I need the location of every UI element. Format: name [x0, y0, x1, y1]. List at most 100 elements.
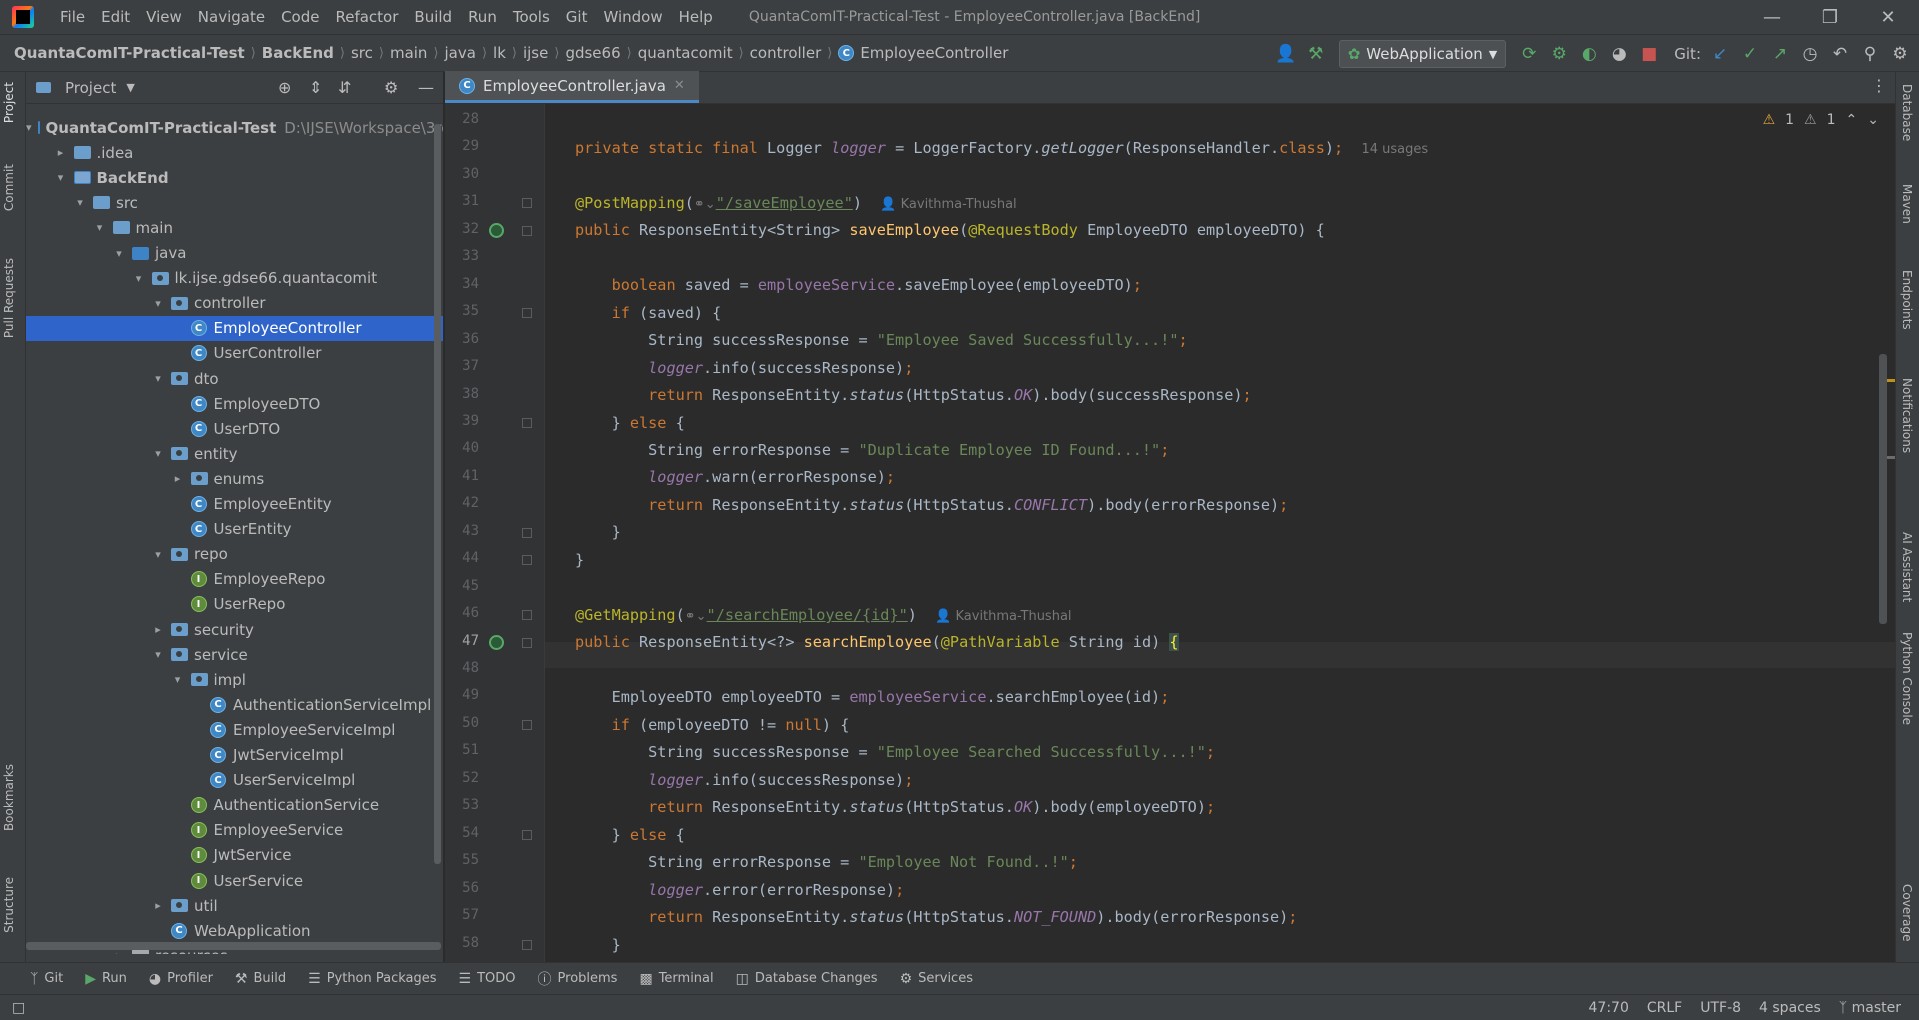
fold-marker-icon[interactable] — [522, 829, 532, 840]
tree-item[interactable]: ▸ enums — [26, 466, 443, 491]
caret-position[interactable]: 47:70 — [1589, 1000, 1629, 1016]
close-window-icon[interactable]: ✕ — [1860, 0, 1916, 34]
breadcrumb-project[interactable]: QuantaComIT-Practical-Test — [8, 44, 245, 62]
tree-item[interactable]: I JwtService — [26, 843, 443, 868]
tree-item[interactable]: ▾ java — [26, 241, 443, 266]
minimize-icon[interactable]: — — [1744, 0, 1800, 34]
breadcrumb-ijse[interactable]: ijse — [517, 44, 548, 62]
locate-icon[interactable]: ⊕ — [278, 78, 291, 97]
tree-item[interactable]: I EmployeeService — [26, 818, 443, 843]
tree-item[interactable]: C EmployeeDTO — [26, 391, 443, 416]
tree-item[interactable]: ▾ impl — [26, 667, 443, 692]
tree-item[interactable]: C UserServiceImpl — [26, 768, 443, 793]
fold-marker-icon[interactable] — [522, 198, 532, 209]
file-encoding[interactable]: UTF-8 — [1700, 1000, 1741, 1016]
tree-item[interactable]: ▾ dto — [26, 366, 443, 391]
menu-run[interactable]: Run — [460, 0, 505, 34]
tree-vertical-scrollbar[interactable] — [434, 124, 441, 864]
chevron-down-icon[interactable]: ▾ — [151, 297, 165, 310]
tree-item[interactable]: C WebApplication — [26, 918, 443, 943]
tree-item[interactable]: I UserService — [26, 868, 443, 893]
tool-todo[interactable]: ☰ TODO — [459, 971, 516, 987]
breadcrumb-java[interactable]: java — [439, 44, 476, 62]
chevron-right-icon[interactable]: ▸ — [151, 899, 165, 912]
tool-tab-pull-requests[interactable]: Pull Requests — [2, 258, 16, 338]
hide-icon[interactable]: — — [418, 78, 434, 97]
close-tab-icon[interactable]: ✕ — [674, 78, 685, 93]
build-hammer-icon[interactable]: ⚒ — [1301, 39, 1331, 69]
fold-marker-icon[interactable] — [522, 637, 532, 648]
tool-tab-endpoints[interactable]: Endpoints — [1900, 270, 1914, 330]
tree-item[interactable]: ▾ BackEnd — [26, 165, 443, 190]
tree-item[interactable]: ▾ repo — [26, 542, 443, 567]
tool-tab-python-console[interactable]: Python Console — [1900, 632, 1914, 725]
tree-item[interactable]: ▾ controller — [26, 291, 443, 316]
user-icon[interactable]: 👤 — [1271, 39, 1301, 69]
gear-icon[interactable]: ⚙ — [384, 78, 398, 97]
search-icon[interactable]: ⚲ — [1855, 39, 1885, 69]
tree-item[interactable]: ▾ src — [26, 190, 443, 215]
tool-tab-ai-assistant[interactable]: AI Assistant — [1900, 532, 1914, 602]
inspection-widget[interactable]: ⚠ 1 ⚠ 1 ⌃ ⌄ — [1763, 112, 1879, 128]
tree-item[interactable]: I UserRepo — [26, 592, 443, 617]
fold-marker-icon[interactable] — [522, 308, 532, 319]
chevron-down-icon[interactable]: ▾ — [171, 673, 185, 686]
tool-tab-coverage[interactable]: Coverage — [1900, 884, 1914, 942]
breadcrumb-module[interactable]: BackEnd — [256, 44, 334, 62]
chevron-right-icon[interactable]: ▸ — [54, 146, 68, 159]
chevron-down-icon[interactable]: ▾ — [151, 447, 165, 460]
tool-tab-database[interactable]: Database — [1900, 84, 1914, 141]
fold-marker-icon[interactable] — [522, 939, 532, 950]
tab-employee-controller[interactable]: C EmployeeController.java ✕ — [445, 71, 699, 103]
debug-icon[interactable]: ⚙ — [1544, 39, 1574, 69]
author-hint[interactable]: Kavithma-Thushal — [901, 197, 1017, 212]
chevron-down-icon[interactable]: ▾ — [73, 196, 87, 209]
run-configuration-select[interactable]: ✿ WebApplication ▼ — [1338, 40, 1507, 68]
menu-file[interactable]: File — [52, 0, 93, 34]
chevron-down-icon[interactable]: ▾ — [26, 121, 32, 134]
fold-marker-icon[interactable] — [522, 610, 532, 621]
coverage-icon[interactable]: ◐ — [1574, 39, 1604, 69]
tree-item[interactable]: C EmployeeEntity — [26, 492, 443, 517]
breadcrumb-gdse66[interactable]: gdse66 — [559, 44, 620, 62]
line-separator[interactable]: CRLF — [1647, 1000, 1682, 1016]
next-highlight-icon[interactable]: ⌄ — [1867, 112, 1879, 128]
tool-python-packages[interactable]: ☰ Python Packages — [308, 971, 436, 987]
usages-hint[interactable]: 14 usages — [1361, 142, 1428, 157]
menu-refactor[interactable]: Refactor — [327, 0, 406, 34]
rollback-icon[interactable]: ↶ — [1825, 39, 1855, 69]
breadcrumb-class[interactable]: C EmployeeController — [832, 44, 1008, 62]
chevron-right-icon[interactable]: ▸ — [151, 623, 165, 636]
tool-build[interactable]: ⚒ Build — [235, 971, 286, 987]
rerun-icon[interactable]: ⟳ — [1514, 39, 1544, 69]
tree-item[interactable]: I AuthenticationService — [26, 793, 443, 818]
chevron-down-icon[interactable]: ▾ — [93, 221, 107, 234]
tree-item[interactable]: I EmployeeRepo — [26, 567, 443, 592]
chevron-down-icon[interactable]: ▾ — [151, 648, 165, 661]
tree-item[interactable]: ▾ entity — [26, 441, 443, 466]
fold-marker-icon[interactable] — [522, 417, 532, 428]
tree-item[interactable]: ▾ lk.ijse.gdse66.quantacomit — [26, 266, 443, 291]
fold-marker-icon[interactable] — [522, 555, 532, 566]
intellij-logo-icon[interactable] — [12, 6, 34, 28]
git-push-icon[interactable]: ↗ — [1765, 39, 1795, 69]
git-branch-widget[interactable]: ᛉ master — [1839, 1000, 1901, 1016]
tool-tab-notifications[interactable]: Notifications — [1900, 378, 1914, 453]
chevron-right-icon[interactable]: ▸ — [112, 949, 126, 954]
tree-item[interactable]: ▸ security — [26, 617, 443, 642]
tool-git[interactable]: ᛉ Git — [30, 971, 63, 987]
menu-tools[interactable]: Tools — [505, 0, 558, 34]
tool-tab-maven[interactable]: Maven — [1900, 184, 1914, 224]
chevron-down-icon[interactable]: ▼ — [126, 81, 134, 94]
menu-help[interactable]: Help — [671, 0, 721, 34]
tree-item[interactable]: C UserController — [26, 341, 443, 366]
tool-tab-bookmarks[interactable]: Bookmarks — [2, 764, 16, 831]
chevron-down-icon[interactable]: ▾ — [132, 272, 146, 285]
menu-build[interactable]: Build — [406, 0, 460, 34]
chevron-down-icon[interactable]: ▾ — [54, 171, 68, 184]
tree-item[interactable]: C AuthenticationServiceImpl — [26, 692, 443, 717]
tree-item[interactable]: C UserEntity — [26, 517, 443, 542]
more-vertical-icon[interactable]: ⋮ — [1871, 76, 1887, 95]
tree-item[interactable]: ▾ main — [26, 215, 443, 240]
previous-highlight-icon[interactable]: ⌃ — [1846, 112, 1858, 128]
